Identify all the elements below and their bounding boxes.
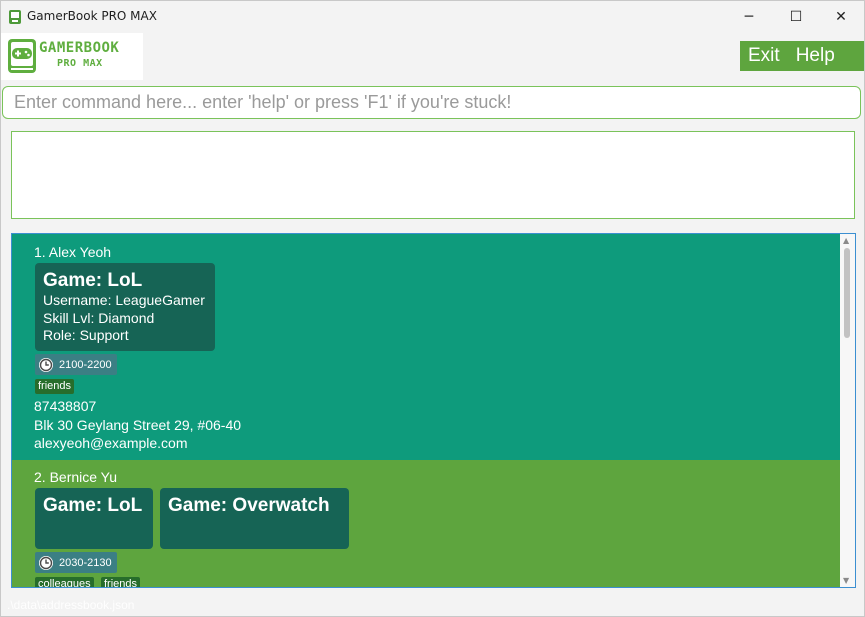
menu-help[interactable]: Help (788, 45, 843, 67)
tag: colleagues (35, 577, 94, 587)
person-address: Blk 30 Geylang Street 29, #06-40 (34, 416, 242, 433)
game-username: Username: LeagueGamer (43, 292, 205, 308)
time-badge: 2030-2130 (35, 552, 117, 573)
command-box (2, 86, 861, 119)
game-skill: Skill Lvl: Diamond (43, 309, 155, 326)
person-card[interactable]: 2. Bernice Yu Game: LoL Game: Overwatch … (12, 460, 841, 587)
gamepad-book-icon (8, 39, 36, 73)
person-card[interactable]: 1. Alex Yeoh Game: LoL Username: LeagueG… (12, 234, 841, 460)
tag: friends (101, 577, 141, 587)
window-title: GamerBook PRO MAX (27, 9, 157, 23)
menu-bar: Exit Help (740, 41, 864, 71)
scroll-down-icon[interactable]: ▼ (843, 576, 849, 585)
menu-exit[interactable]: Exit (740, 45, 788, 67)
time-text: 2030-2130 (59, 556, 112, 569)
clock-icon (39, 555, 53, 570)
result-display (11, 131, 855, 219)
logo-title: GAMERBOOK (39, 40, 120, 56)
person-name: 1. Alex Yeoh (34, 244, 112, 260)
person-list[interactable]: 1. Alex Yeoh Game: LoL Username: LeagueG… (11, 233, 856, 588)
minimize-button[interactable]: ─ (726, 1, 772, 33)
time-text: 2100-2200 (59, 358, 112, 371)
person-name: 2. Bernice Yu (34, 469, 118, 485)
game-title: Game: Overwatch (168, 495, 330, 516)
game-card: Game: LoL (35, 488, 153, 549)
time-badge: 2100-2200 (35, 354, 117, 375)
person-email: alexyeoh@example.com (34, 435, 188, 451)
scroll-up-icon[interactable]: ▲ (843, 236, 849, 245)
game-role: Role: Support (43, 327, 129, 343)
maximize-button[interactable]: ☐ (773, 1, 819, 33)
game-title: Game: LoL (43, 270, 143, 291)
title-bar: GamerBook PRO MAX ─ ☐ ✕ (1, 1, 864, 33)
clock-icon (39, 357, 53, 372)
app-icon (9, 10, 21, 24)
app-window: GamerBook PRO MAX ─ ☐ ✕ GAMERBOOK PRO MA… (0, 0, 865, 617)
tag: friends (35, 379, 75, 394)
scroll-thumb[interactable] (844, 248, 850, 338)
list-scrollbar[interactable]: ▲ ▼ (840, 234, 855, 587)
close-button[interactable]: ✕ (818, 1, 864, 33)
command-input[interactable] (3, 87, 860, 118)
game-title: Game: LoL (43, 495, 143, 516)
person-phone: 87438807 (34, 398, 97, 414)
status-bar-path: .\data\addressbook.json (7, 598, 135, 612)
game-card: Game: Overwatch (160, 488, 349, 549)
game-card: Game: LoL Username: LeagueGamer Skill Lv… (35, 263, 215, 351)
logo-subtitle: PRO MAX (57, 58, 103, 69)
app-logo: GAMERBOOK PRO MAX (1, 33, 143, 80)
